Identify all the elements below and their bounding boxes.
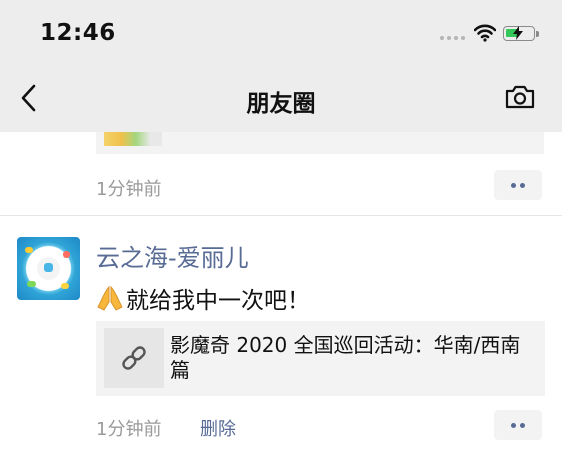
signal-dots-icon bbox=[440, 36, 465, 40]
battery-cap bbox=[536, 31, 539, 37]
more-dots-icon[interactable] bbox=[494, 170, 542, 200]
post-text: 就给我中一次吧！ bbox=[96, 281, 310, 315]
status-bar: 12:46 bbox=[0, 0, 562, 62]
more-dots-icon[interactable] bbox=[494, 410, 542, 440]
page-title: 朋友圈 bbox=[246, 91, 316, 117]
praying-hands-emoji bbox=[97, 285, 123, 311]
post-text-content: 就给我中一次吧！ bbox=[126, 288, 310, 314]
post-time: 1分钟前 bbox=[96, 419, 162, 440]
previous-post-card[interactable] bbox=[96, 132, 544, 154]
post-username[interactable]: 云之海-爱丽儿 bbox=[96, 238, 249, 273]
link-title: 影魔奇 2020 全国巡回活动：华南/西南篇 bbox=[170, 333, 521, 382]
link-card[interactable]: 影魔奇 2020 全国巡回活动：华南/西南篇 bbox=[96, 321, 545, 396]
battery-charging-icon bbox=[503, 26, 535, 41]
previous-post-thumbnail[interactable] bbox=[104, 132, 162, 146]
post-divider bbox=[0, 215, 562, 216]
nav-bar: 朋友圈 bbox=[0, 62, 562, 132]
avatar[interactable] bbox=[17, 237, 80, 300]
link-icon bbox=[104, 328, 164, 388]
camera-icon[interactable] bbox=[504, 84, 536, 114]
status-time: 12:46 bbox=[40, 20, 116, 46]
wifi-icon bbox=[473, 24, 497, 46]
delete-button[interactable]: 删除 bbox=[200, 415, 236, 441]
post-time: 1分钟前 bbox=[96, 179, 162, 200]
